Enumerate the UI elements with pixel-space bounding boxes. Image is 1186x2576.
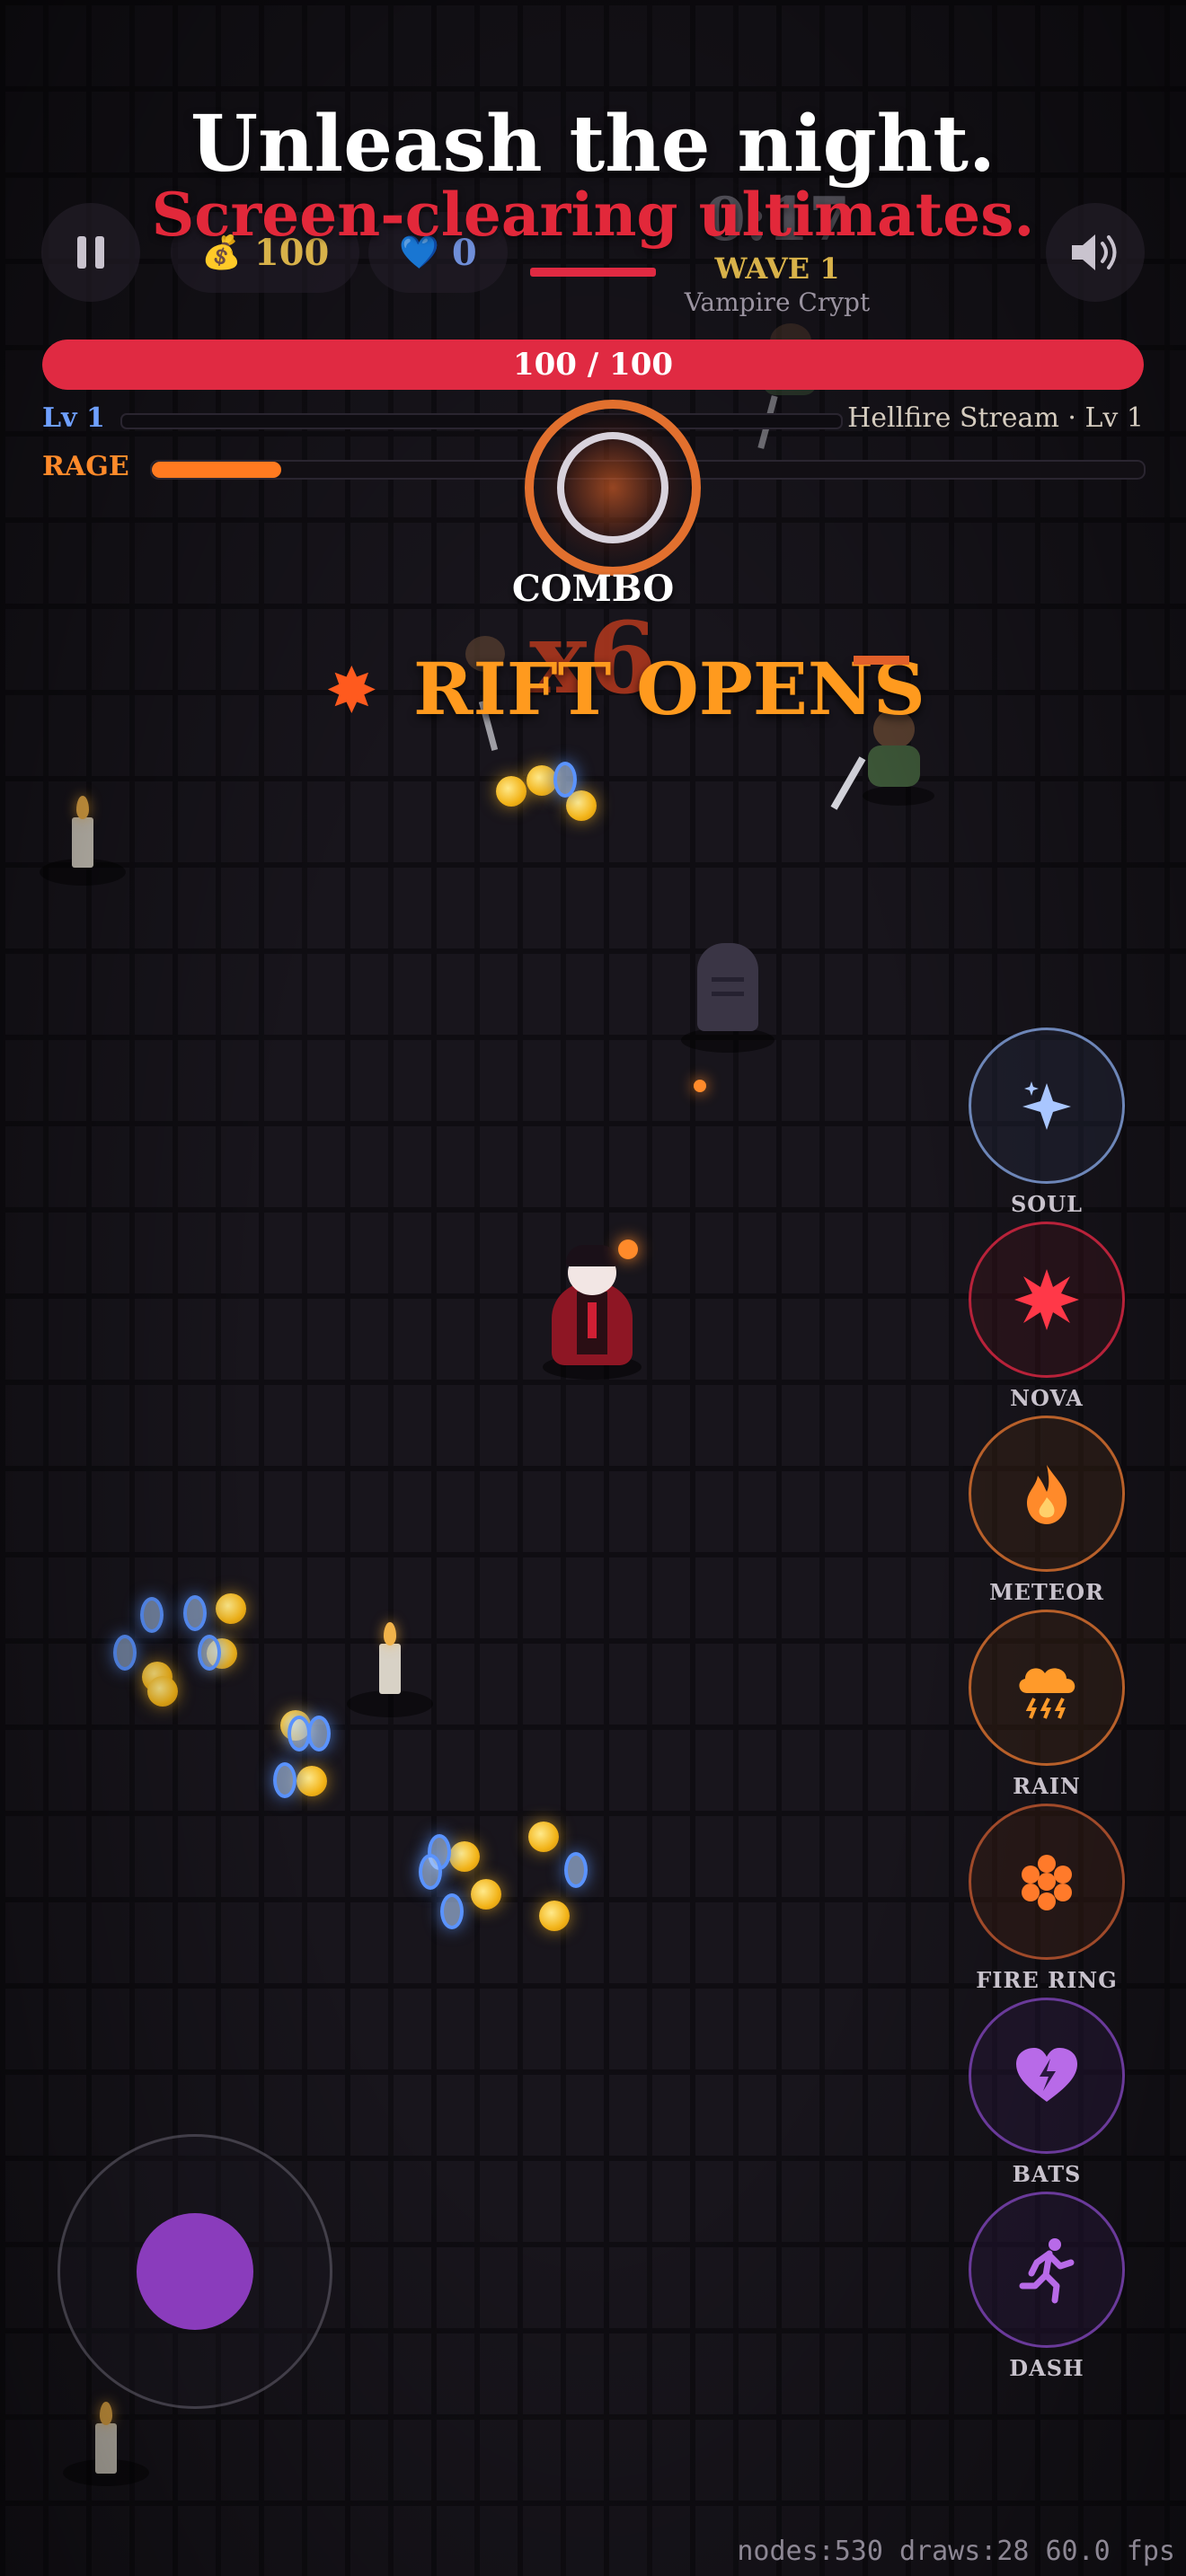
explosion-icon: ✸: [325, 654, 378, 728]
nova-skill-button[interactable]: [969, 1222, 1125, 1378]
rain-skill-button[interactable]: [969, 1610, 1125, 1766]
flame-icon: [1027, 1465, 1067, 1524]
heart-bolt-icon: [1016, 2048, 1077, 2102]
fire-cluster-icon: [1022, 1855, 1072, 1910]
dash-skill-label: DASH: [1009, 2355, 1084, 2381]
rain-skill-label: RAIN: [1013, 1773, 1081, 1799]
storm-cloud-icon: [1019, 1668, 1075, 1719]
level-label: Lv 1: [42, 402, 105, 434]
promo-headline: Unleash the night.: [190, 99, 996, 190]
burst-icon: [1014, 1269, 1079, 1330]
nova-skill-label: NOVA: [1010, 1385, 1084, 1411]
rift-opens-banner: RIFT OPENS: [413, 647, 925, 731]
meteor-skill-label: METEOR: [989, 1579, 1104, 1605]
bats-skill-button[interactable]: [969, 1998, 1125, 2154]
stage-name: Vampire Crypt: [684, 287, 871, 317]
enemy-health-bar: [854, 656, 909, 665]
weapon-label: Hellfire Stream · Lv 1: [847, 402, 1144, 434]
running-figure-icon: [1019, 2238, 1075, 2304]
rage-label: RAGE: [42, 451, 129, 482]
boss-warning-bar: [530, 268, 656, 277]
dash-skill-button[interactable]: [969, 2192, 1125, 2348]
promo-subheadline: Screen-clearing ultimates.: [151, 180, 1035, 250]
health-text: 100 / 100: [512, 347, 674, 383]
bats-skill-label: BATS: [1012, 2161, 1082, 2187]
sparkle-icon: [1022, 1081, 1071, 1130]
health-bar: 100 / 100: [42, 340, 1144, 390]
joystick-knob[interactable]: [137, 2213, 253, 2330]
performance-stats: nodes:530 draws:28 60.0 fps: [737, 2536, 1175, 2567]
fire-ring-skill-label: FIRE RING: [976, 1967, 1118, 1993]
fire-ring-skill-button[interactable]: [969, 1804, 1125, 1960]
rage-bar-fill: [152, 462, 281, 478]
combo-ring-inner: [557, 432, 668, 543]
wave-label: WAVE 1: [714, 251, 840, 286]
xp-bar: [120, 413, 843, 429]
soul-skill-label: SOUL: [1010, 1191, 1084, 1217]
meteor-skill-button[interactable]: [969, 1416, 1125, 1572]
soul-skill-button[interactable]: [969, 1028, 1125, 1184]
